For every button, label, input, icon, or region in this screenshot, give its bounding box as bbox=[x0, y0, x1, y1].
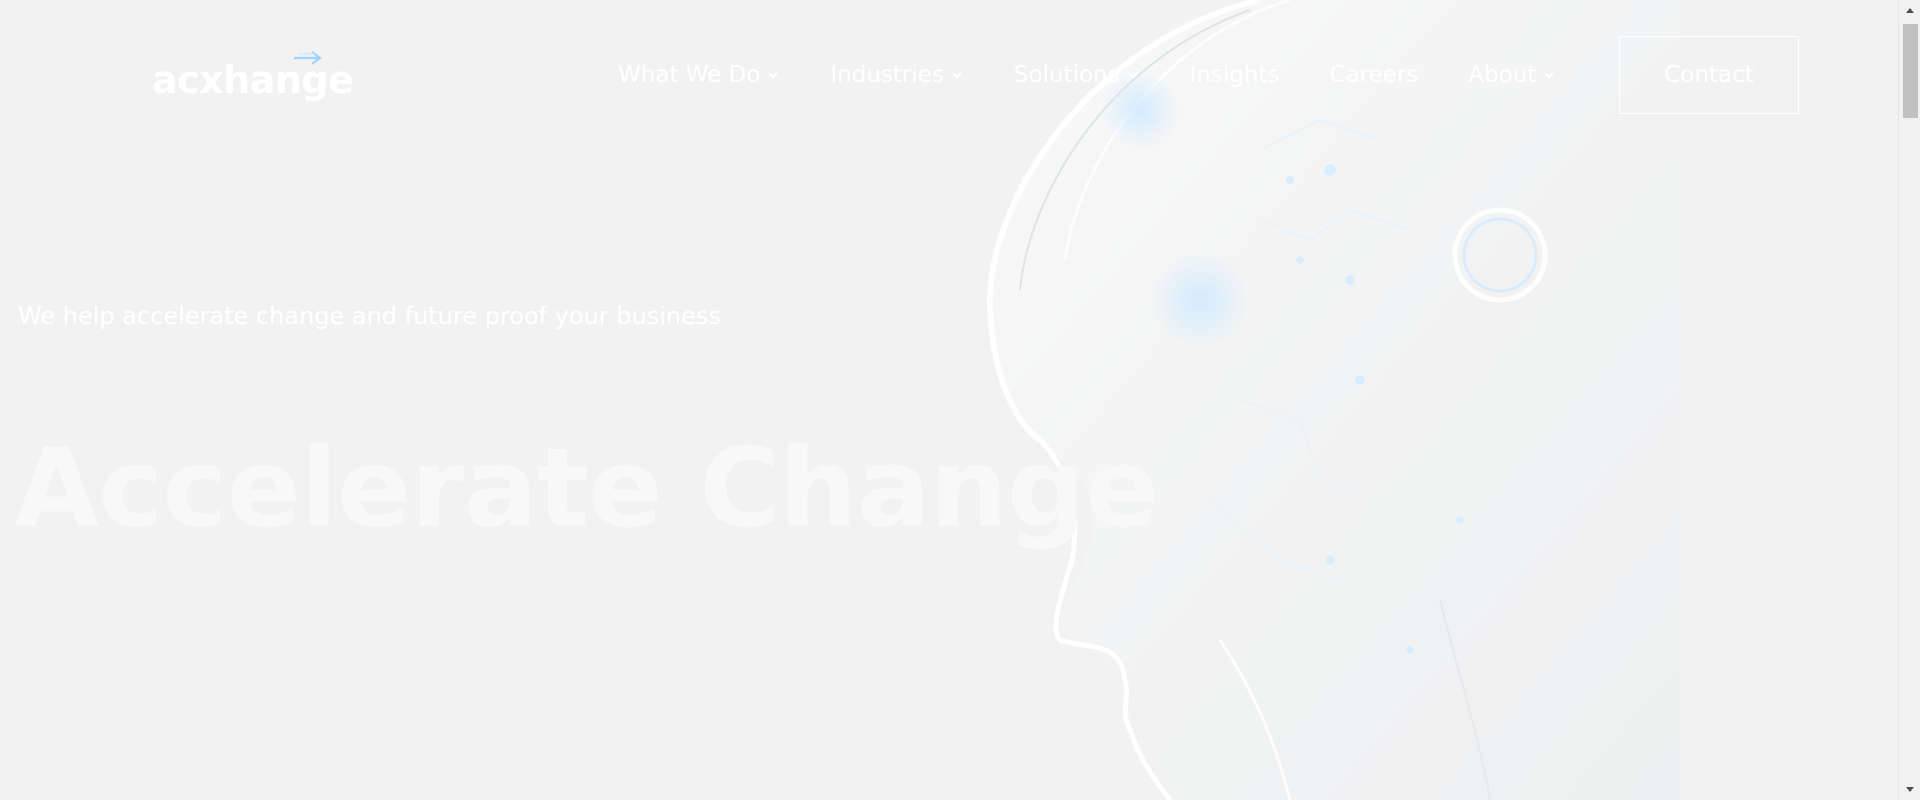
scroll-down-button[interactable] bbox=[1899, 780, 1920, 800]
nav-item-label: What We Do bbox=[618, 62, 761, 88]
nav-item-label: About bbox=[1468, 62, 1537, 88]
chevron-down-icon bbox=[1544, 72, 1555, 79]
chevron-down-icon bbox=[768, 72, 779, 79]
vertical-scrollbar[interactable] bbox=[1898, 0, 1920, 800]
page-viewport: acxhange What We Do Industries Solutions… bbox=[0, 0, 1898, 800]
nav-item-label: Industries bbox=[830, 62, 944, 88]
main-nav: What We Do Industries Solutions Insights… bbox=[618, 58, 1556, 92]
hero-robot-figure bbox=[986, 0, 1680, 800]
nav-item-what-we-do[interactable]: What We Do bbox=[618, 62, 780, 88]
brand-logo[interactable]: acxhange bbox=[152, 50, 354, 110]
nav-item-about[interactable]: About bbox=[1468, 62, 1556, 88]
scrollbar-thumb[interactable] bbox=[1903, 24, 1918, 118]
hero-headline: Accelerate Change bbox=[14, 424, 1159, 552]
nav-item-label: Solutions bbox=[1013, 62, 1120, 88]
contact-button[interactable]: Contact bbox=[1619, 36, 1799, 114]
nav-item-industries[interactable]: Industries bbox=[830, 62, 964, 88]
nav-item-solutions[interactable]: Solutions bbox=[1014, 62, 1140, 88]
scroll-up-button[interactable] bbox=[1899, 0, 1920, 20]
nav-item-label: Insights bbox=[1189, 62, 1280, 88]
triangle-down-icon bbox=[1906, 787, 1914, 792]
chevron-down-icon bbox=[1127, 72, 1138, 79]
triangle-up-icon bbox=[1906, 8, 1914, 13]
nav-item-label: Careers bbox=[1329, 62, 1419, 88]
nav-item-careers[interactable]: Careers bbox=[1330, 62, 1419, 88]
chevron-down-icon bbox=[952, 72, 962, 79]
nav-item-insights[interactable]: Insights bbox=[1190, 62, 1280, 88]
hero-tagline: We help accelerate change and future pro… bbox=[18, 302, 721, 330]
logo-wordmark: acxhange bbox=[152, 58, 354, 102]
